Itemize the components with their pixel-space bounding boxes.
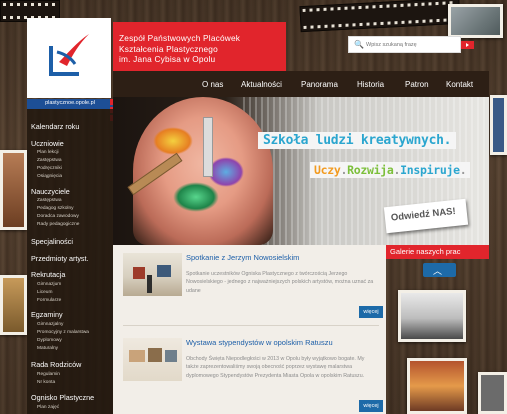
- hero-slogan-words: Uczy.Rozwija.Inspiruje.: [310, 162, 471, 178]
- sidebar-subitem-podreczniki[interactable]: Podręczniki: [37, 166, 62, 171]
- hero-slogan-main: Szkoła ludzi kreatywnych.: [258, 132, 457, 149]
- school-logo[interactable]: [27, 18, 111, 98]
- news-list: Spotkanie z Jerzym Nowosielskim Spotkani…: [113, 245, 386, 414]
- news-excerpt: Obchody Święta Niepodległości w 2013 w O…: [186, 356, 365, 379]
- logo-mark-icon: [49, 34, 89, 76]
- school-name-banner: Zespół Państwowych Placówek Kształcenia …: [113, 22, 286, 71]
- background-photo-bottom-right: [478, 372, 507, 414]
- site-link-bar[interactable]: plastycznoe.opole.pl: [27, 99, 113, 109]
- school-name-line-3: im. Jana Cybisa w Opolu: [119, 54, 216, 64]
- gallery-label: Galerie naszych prac: [390, 247, 461, 256]
- slogan-word-inspiruje: Inspiruje: [400, 163, 460, 177]
- sidebar-subitem-promocyjny[interactable]: Promocyjny z malarstwa: [37, 330, 89, 335]
- slogan-word-uczy: Uczy: [314, 163, 341, 177]
- sidebar-subitem-nr-konta[interactable]: Nr konta: [37, 380, 55, 385]
- news-item: Wystawa stypendystów w opolskim Ratuszu …: [113, 330, 386, 412]
- sidebar-subitem-zastepstwa[interactable]: Zastępstwa: [37, 158, 62, 163]
- artwork-image: [157, 265, 171, 277]
- news-excerpt: Spotkanie uczestników Ogniska Plastyczne…: [186, 271, 374, 294]
- artwork-image: [148, 348, 162, 362]
- nav-item-historia[interactable]: Historia: [357, 80, 384, 89]
- slogan-word-rozwija: Rozwija: [347, 163, 394, 177]
- paintbrush-image: [203, 117, 213, 177]
- paint-splash-decoration: [173, 182, 219, 212]
- news-divider: [123, 325, 379, 326]
- sidebar-item-egzaminy[interactable]: Egzaminy: [31, 310, 63, 319]
- school-name-line-2: Kształcenia Plastycznego: [119, 43, 218, 54]
- artwork-image: [133, 267, 145, 279]
- sidebar-item-przedmioty[interactable]: Przedmioty artyst.: [31, 254, 89, 263]
- background-photo-right-mid: [490, 95, 507, 155]
- chevron-up-icon: ︿: [433, 266, 443, 276]
- sidebar-subitem-gimnazjum[interactable]: Gimnazjum: [37, 282, 61, 287]
- sidebar-subitem-liceum[interactable]: Liceum: [37, 290, 52, 295]
- artwork-image: [129, 350, 145, 362]
- sidebar-item-uczniowie[interactable]: Uczniowie: [31, 139, 64, 148]
- search-box: 🔍: [348, 36, 461, 53]
- nav-item-patron[interactable]: Patron: [405, 80, 429, 89]
- sidebar-item-kalendarz[interactable]: Kalendarz roku: [31, 122, 79, 131]
- sidebar-item-nauczyciele[interactable]: Nauczyciele: [31, 187, 70, 196]
- slogan-dot: .: [459, 163, 467, 177]
- background-photo-left-low: [0, 275, 27, 335]
- sidebar-subitem-zastepstwa-n[interactable]: Zastępstwa: [37, 198, 62, 203]
- news-item: Spotkanie z Jerzym Nowosielskim Spotkani…: [113, 245, 386, 327]
- sidebar-subitem-regulamin[interactable]: Regulamin: [37, 372, 60, 377]
- search-submit-button[interactable]: [461, 41, 474, 49]
- background-photo-left-mid: [0, 150, 27, 230]
- hero-banner[interactable]: Szkoła ludzi kreatywnych. Uczy.Rozwija.I…: [113, 97, 489, 245]
- visit-us-label: Odwiedź NAS!: [390, 205, 457, 224]
- sidebar-subitem-plan-zajec[interactable]: Plan zajęć: [37, 405, 59, 410]
- school-name-line-1: Zespół Państwowych Placówek: [119, 33, 241, 43]
- background-photo-top-right: [448, 4, 503, 38]
- sidebar-item-rada-rodzicow[interactable]: Rada Rodziców: [31, 360, 81, 369]
- news-title[interactable]: Spotkanie z Jerzym Nowosielskim: [186, 253, 299, 262]
- read-more-button[interactable]: więcej: [359, 306, 383, 318]
- nav-item-panorama[interactable]: Panorama: [301, 80, 338, 89]
- nav-item-o-nas[interactable]: O nas: [202, 80, 223, 89]
- paint-splash-decoration: [153, 127, 193, 155]
- nav-item-kontakt[interactable]: Kontakt: [446, 80, 473, 89]
- search-input[interactable]: [366, 39, 458, 50]
- sidebar-item-rekrutacja[interactable]: Rekrutacja: [31, 270, 65, 279]
- sidebar-subitem-formularze[interactable]: Formularze: [37, 298, 61, 303]
- site-link-label: plastycznoe.opole.pl: [45, 100, 95, 106]
- news-title[interactable]: Wystawa stypendystów w opolskim Ratuszu: [186, 338, 333, 347]
- sidebar-subitem-pedagog[interactable]: Pedagog szkolny: [37, 206, 74, 211]
- gallery-scroll-up-button[interactable]: ︿: [423, 263, 456, 277]
- sidebar-item-ognisko[interactable]: Ognisko Plastyczne: [31, 393, 94, 402]
- sidebar-subitem-maturalny[interactable]: Maturalny: [37, 346, 58, 351]
- search-icon: 🔍: [354, 40, 364, 49]
- person-silhouette: [147, 275, 152, 293]
- sidebar-item-specjalnosci[interactable]: Specjaliności: [31, 237, 73, 246]
- sidebar-subitem-dyplomowy[interactable]: Dyplomowy: [37, 338, 62, 343]
- news-thumbnail[interactable]: [123, 253, 182, 296]
- sidebar-subitem-doradca[interactable]: Doradca zawodowy: [37, 214, 79, 219]
- gallery-photo-2[interactable]: [407, 358, 467, 414]
- sidebar-subitem-gimnazjalny[interactable]: Gimnazjalny: [37, 322, 63, 327]
- sidebar-subitem-osiagniecia[interactable]: Osiągnięcia: [37, 174, 62, 179]
- top-navigation: O nas Aktualności Panorama Historia Patr…: [113, 71, 489, 97]
- gallery-button[interactable]: Galerie naszych prac: [386, 245, 489, 259]
- sidebar-menu: Kalendarz roku Uczniowie Plan lekcji Zas…: [27, 109, 113, 414]
- read-more-button[interactable]: więcej: [359, 400, 383, 412]
- sidebar-subitem-rady[interactable]: Rady pedagogiczne: [37, 222, 79, 227]
- nav-item-aktualnosci[interactable]: Aktualności: [241, 80, 282, 89]
- paint-splash-decoration: [208, 157, 244, 187]
- gallery-photo-1[interactable]: [398, 290, 466, 342]
- news-thumbnail[interactable]: [123, 338, 182, 381]
- sidebar-subitem-plan-lekcji[interactable]: Plan lekcji: [37, 150, 59, 155]
- artwork-image: [165, 350, 177, 362]
